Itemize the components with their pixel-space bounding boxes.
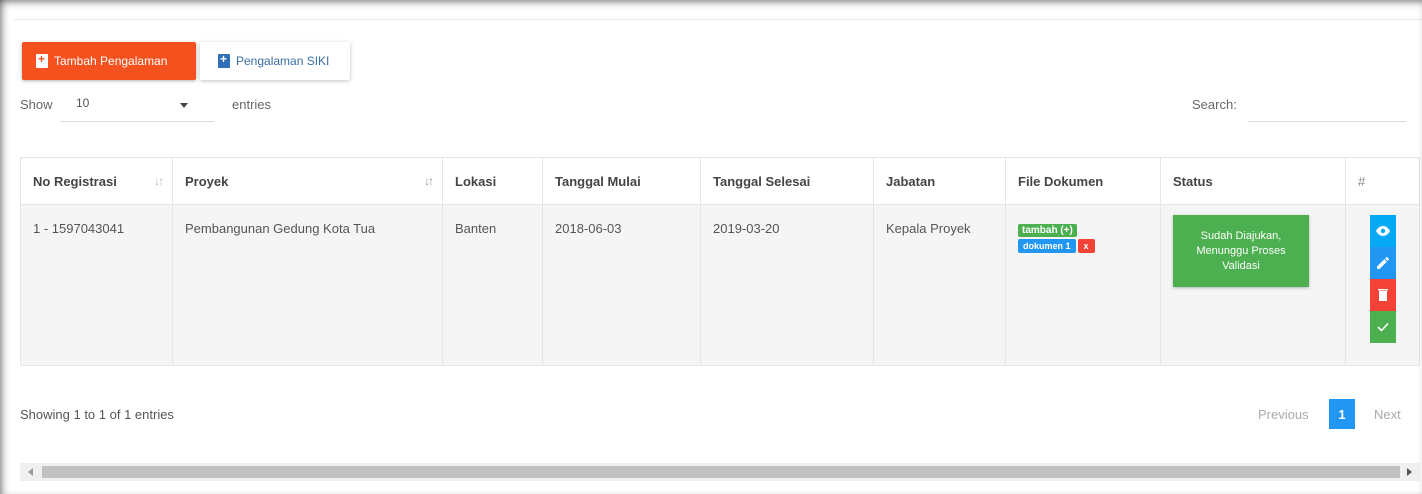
entries-label: entries bbox=[232, 97, 272, 112]
document-link[interactable]: dokumen 1 bbox=[1018, 239, 1076, 253]
status-badge: Sudah Diajukan, Menunggu Proses Validasi bbox=[1173, 215, 1309, 287]
header-file-dokumen[interactable]: File Dokumen bbox=[1005, 157, 1161, 205]
cell-status: Sudah Diajukan, Menunggu Proses Validasi bbox=[1160, 204, 1346, 366]
header-tanggal-selesai[interactable]: Tanggal Selesai bbox=[700, 157, 874, 205]
table-header-row: No Registrasi ↓↑ Proyek ↓↑ Lokasi Tanggal … bbox=[20, 157, 1420, 205]
header-tanggal-mulai[interactable]: Tanggal Mulai bbox=[542, 157, 701, 205]
cell-tanggal-selesai: 2019-03-20 bbox=[700, 204, 874, 366]
search-input[interactable] bbox=[1248, 92, 1406, 122]
cell-file-dokumen: tambah (+) dokumen 1x bbox=[1005, 204, 1161, 366]
header-status[interactable]: Status bbox=[1160, 157, 1346, 205]
add-document-button[interactable]: tambah (+) bbox=[1018, 224, 1077, 237]
entries-length-select[interactable]: 10 bbox=[60, 92, 214, 122]
header-lokasi[interactable]: Lokasi bbox=[442, 157, 543, 205]
show-label: Show bbox=[20, 97, 53, 112]
edit-button[interactable] bbox=[1369, 247, 1396, 279]
remove-document-button[interactable]: x bbox=[1077, 239, 1095, 253]
cell-no-registrasi: 1 - 1597043041 bbox=[20, 204, 173, 366]
entries-length-value: 10 bbox=[76, 96, 90, 110]
header-no-registrasi[interactable]: No Registrasi ↓↑ bbox=[20, 157, 173, 205]
view-button[interactable] bbox=[1369, 215, 1396, 247]
scroll-left-icon[interactable] bbox=[28, 468, 33, 476]
check-icon bbox=[1376, 322, 1389, 332]
table-row: 1 - 1597043041 Pembangunan Gedung Kota T… bbox=[20, 204, 1420, 366]
sort-asc-icon: ↓↑ bbox=[424, 174, 434, 188]
delete-button[interactable] bbox=[1369, 279, 1396, 311]
trash-icon bbox=[1377, 289, 1388, 301]
cell-jabatan: Kepala Proyek bbox=[873, 204, 1006, 366]
pagination-next[interactable]: Next bbox=[1374, 407, 1401, 422]
scroll-right-icon[interactable] bbox=[1407, 468, 1412, 476]
header-jabatan[interactable]: Jabatan bbox=[873, 157, 1006, 205]
table-info: Showing 1 to 1 of 1 entries bbox=[20, 407, 174, 422]
caret-down-icon bbox=[180, 103, 188, 108]
top-divider bbox=[14, 19, 1422, 20]
pencil-icon bbox=[1376, 257, 1389, 269]
cell-lokasi: Banten bbox=[442, 204, 543, 366]
siki-experience-button[interactable]: Pengalaman SIKI bbox=[200, 42, 350, 80]
scrollbar-thumb[interactable] bbox=[42, 466, 1400, 478]
file-plus-icon bbox=[36, 52, 48, 68]
add-experience-label: Tambah Pengalaman bbox=[54, 54, 168, 68]
cell-proyek: Pembangunan Gedung Kota Tua bbox=[172, 204, 443, 366]
file-plus-icon bbox=[218, 52, 230, 68]
experience-table: No Registrasi ↓↑ Proyek ↓↑ Lokasi Tanggal … bbox=[20, 157, 1420, 366]
eye-icon bbox=[1375, 226, 1390, 236]
approve-button[interactable] bbox=[1369, 311, 1396, 343]
cell-actions bbox=[1345, 204, 1420, 366]
pagination-page-1[interactable]: 1 bbox=[1329, 399, 1355, 429]
header-proyek[interactable]: Proyek ↓↑ bbox=[172, 157, 443, 205]
header-actions: # bbox=[1345, 157, 1420, 205]
search-label: Search: bbox=[1192, 97, 1237, 112]
add-experience-button[interactable]: Tambah Pengalaman bbox=[22, 42, 196, 80]
sort-icon: ↓↑ bbox=[154, 174, 164, 188]
cell-tanggal-mulai: 2018-06-03 bbox=[542, 204, 701, 366]
pagination-previous[interactable]: Previous bbox=[1258, 407, 1309, 422]
horizontal-scrollbar[interactable] bbox=[20, 463, 1420, 481]
siki-experience-label: Pengalaman SIKI bbox=[236, 54, 330, 68]
